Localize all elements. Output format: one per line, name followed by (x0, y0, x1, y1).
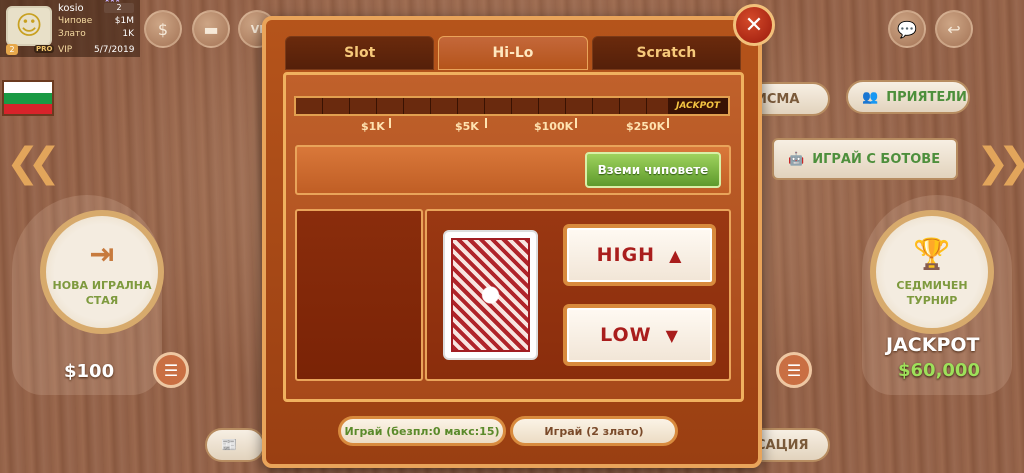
progress-cell (404, 98, 431, 114)
high-label: HIGH (596, 244, 656, 266)
friends-icon: 👥 (862, 89, 879, 105)
sliders-icon: ☰ (786, 360, 802, 380)
tab-hi-lo[interactable]: Hi-Lo (438, 36, 588, 70)
chips-value: $1M (114, 16, 134, 26)
progress-cell (566, 98, 593, 114)
pro-badge: PRO (34, 45, 55, 53)
back-icon: ↩ (947, 19, 961, 39)
gold-value: 1K (122, 29, 134, 39)
weekly-tournament-label: СЕДМИЧЕН ТУРНИР (896, 279, 968, 308)
friends-label: ПРИЯТЕЛИ (886, 89, 967, 105)
username: kosio (58, 3, 84, 14)
milestone-tick (667, 118, 669, 128)
sliders-icon: ☰ (163, 360, 179, 380)
jackpot-label: JACKPOT (886, 334, 980, 356)
tournament-settings-button[interactable]: ☰ (776, 352, 812, 388)
gold-label: Злато (58, 29, 86, 39)
jackpot-value: $60,000 (898, 360, 980, 381)
tab-scratch[interactable]: Scratch (591, 36, 741, 70)
bots-label: ИГРАЙ С БОТОВЕ (812, 151, 941, 167)
chat-icon: 💬 (897, 19, 917, 39)
back-button[interactable]: ↩ (935, 10, 973, 48)
vip-label: VIP (58, 45, 73, 55)
low-button[interactable]: LOW ▼ (563, 304, 716, 366)
chips-icon: $ (157, 19, 169, 39)
vip-date: 5/7/2019 (94, 45, 135, 55)
robot-icon: 🤖 (788, 151, 805, 167)
messages-label: ИСМА (756, 91, 800, 107)
jackpot-tag: JACKPOT (668, 98, 728, 114)
new-room-button[interactable]: ⇥ НОВА ИГРАЛНА СТАЯ (40, 210, 164, 334)
milestone-100k: $100K (534, 120, 574, 133)
gold-stat: Злато 1K (58, 29, 134, 39)
weekly-tournament-button[interactable]: 🏆 СЕДМИЧЕН ТУРНИР (870, 210, 994, 334)
progress-cell (377, 98, 404, 114)
progress-cell (485, 98, 512, 114)
chevron-left-icon[interactable]: ❮❮ (6, 140, 61, 186)
level-bar: 2 (104, 3, 134, 13)
chat-button[interactable]: 💬 (888, 10, 926, 48)
milestone-tick (389, 118, 391, 128)
chips-label: Чипове (58, 16, 93, 26)
play-gold-button[interactable]: Играй (2 злато) (510, 416, 678, 446)
high-button[interactable]: HIGH ▲ (563, 224, 716, 286)
jackpot-progress-bar (294, 96, 730, 116)
progress-cell (593, 98, 620, 114)
close-icon: ✕ (744, 12, 764, 38)
tab-slot[interactable]: Slot (285, 36, 435, 70)
trophy-icon: 🏆 (913, 236, 951, 272)
play-bots-button[interactable]: 🤖 ИГРАЙ С БОТОВЕ (772, 138, 958, 180)
badge-count: 2 (6, 44, 18, 55)
chevron-right-icon[interactable]: ❯❯ (976, 140, 1024, 186)
card-history-panel (295, 209, 423, 381)
new-room-label: НОВА ИГРАЛНА СТАЯ (52, 279, 152, 308)
room-settings-button[interactable]: ☰ (153, 352, 189, 388)
friends-button[interactable]: 👥 ПРИЯТЕЛИ (846, 80, 970, 114)
progress-cell (323, 98, 350, 114)
news-button[interactable]: 📰 (205, 428, 265, 462)
progress-cell (431, 98, 458, 114)
progress-cell (296, 98, 323, 114)
milestone-1k: $1K (361, 120, 385, 133)
door-icon: ⇥ (89, 236, 115, 272)
close-button[interactable]: ✕ (733, 4, 775, 46)
low-label: LOW (600, 324, 652, 346)
news-icon: 📰 (221, 437, 238, 453)
milestone-250k: $250K (626, 120, 666, 133)
bulgaria-flag-icon[interactable] (2, 80, 54, 116)
avatar[interactable]: ☺ (6, 6, 52, 46)
progress-cell (458, 98, 485, 114)
chevron-up-icon: ▲ (669, 245, 683, 265)
progress-cell (620, 98, 647, 114)
chips-shop-button[interactable]: $ (144, 10, 182, 48)
collect-chips-button[interactable]: Вземи чиповете (585, 152, 721, 188)
profile-panel[interactable]: ☺ kosio ★★★ 2 Чипове $1M Злато 1K 2 PRO … (0, 0, 140, 57)
progress-cell (350, 98, 377, 114)
transactions-label: САЦИЯ (756, 437, 809, 453)
card-back (443, 230, 538, 360)
gold-shop-button[interactable]: ▬ (192, 10, 230, 48)
chips-stat: Чипове $1M (58, 16, 134, 26)
progress-cell (512, 98, 539, 114)
game-tabs: Slot Hi-Lo Scratch (285, 36, 741, 70)
room-stake-amount: $100 (64, 361, 115, 382)
play-free-button[interactable]: Играй (безпл:0 макс:15) (338, 416, 506, 446)
gold-icon: ▬ (203, 19, 219, 39)
milestone-tick (575, 118, 577, 128)
milestone-5k: $5K (455, 120, 479, 133)
chevron-down-icon: ▼ (665, 325, 679, 345)
progress-cell (539, 98, 566, 114)
milestone-tick (485, 118, 487, 128)
